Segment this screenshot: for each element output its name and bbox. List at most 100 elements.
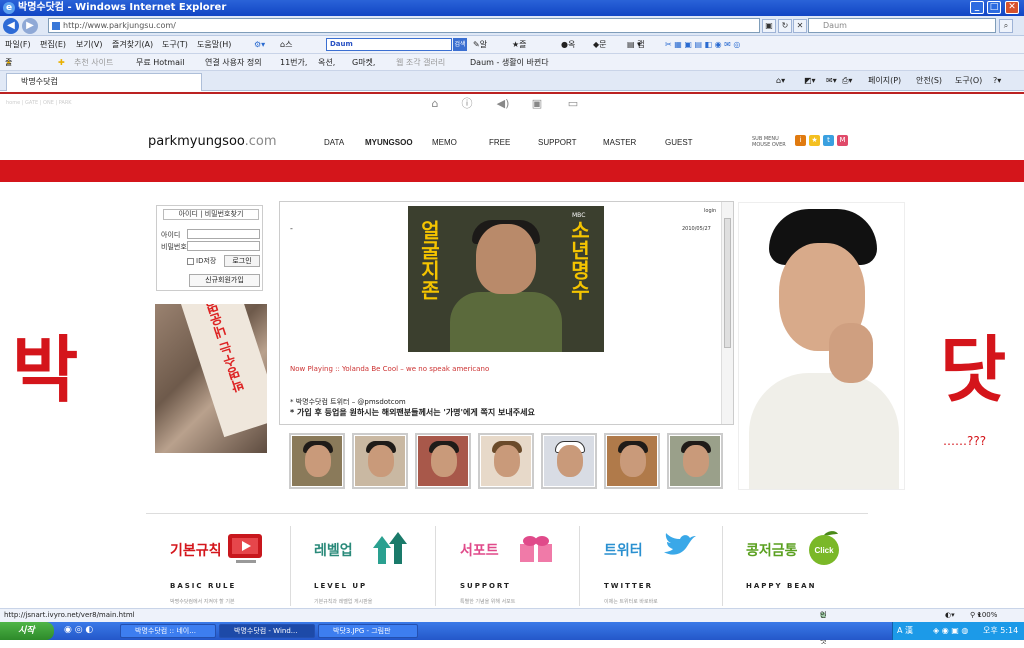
menu-favorites[interactable]: 즐겨찾기(A) bbox=[112, 36, 153, 54]
rss-icon[interactable]: ◩▾ bbox=[804, 71, 816, 91]
banner-paper: 박명수는 내운명 bbox=[181, 304, 267, 438]
toolbar-auction[interactable]: ● 옥션 bbox=[561, 36, 575, 67]
footer-subtitle: 이제는 트위터로 바로바로 bbox=[604, 599, 658, 605]
task-ie[interactable]: 박명수닷컴 - Wind... bbox=[219, 624, 315, 638]
scroll-thumb[interactable] bbox=[724, 218, 731, 348]
info-social-icon[interactable]: i bbox=[795, 135, 806, 146]
footer-support[interactable]: 서포트 SUPPORT 특별한 기념을 위해 서포트 bbox=[438, 526, 572, 606]
password-input[interactable] bbox=[187, 241, 260, 251]
tab-active[interactable]: 박명수닷컴 bbox=[6, 73, 202, 91]
task-paint[interactable]: 박닷3.JPG - 그림판 bbox=[318, 624, 418, 638]
fav-recommended[interactable]: 추천 사이트 bbox=[74, 54, 113, 71]
toolbar-capture[interactable]: ▤ 캡처 ▾ bbox=[627, 36, 644, 67]
taskbar: 시작 ◉ ◎ ◐ 박명수닷컴 :: 네이... 박명수닷컴 - Wind... … bbox=[0, 622, 1024, 640]
fav-auction[interactable]: 옥션, bbox=[318, 54, 335, 71]
help-icon[interactable]: ?▾ bbox=[993, 71, 1001, 91]
nav-data[interactable]: DATA bbox=[324, 138, 344, 147]
add-favorite-icon[interactable]: ✚ bbox=[58, 54, 65, 71]
bus-icon[interactable]: ▣ bbox=[530, 98, 544, 110]
star-social-icon[interactable]: ★ bbox=[809, 135, 820, 146]
smart-home-button[interactable]: ⌂ 스마트홈 bbox=[280, 36, 292, 103]
daum-search-input[interactable]: Daum bbox=[326, 38, 452, 51]
brand-name: parkmyungsoo bbox=[148, 134, 245, 149]
info-icon[interactable]: ⓘ bbox=[460, 98, 474, 110]
daum-search-button[interactable]: 검색 bbox=[453, 38, 467, 51]
print-icon[interactable]: ⎙▾ bbox=[842, 71, 852, 91]
mail-icon[interactable]: ✉▾ bbox=[826, 71, 837, 91]
menu-tools[interactable]: 도구(T) bbox=[162, 36, 188, 54]
toolbar-sms[interactable]: ◆ 문자 bbox=[593, 36, 607, 67]
compat-view-icon[interactable]: ▣ bbox=[762, 19, 776, 33]
footer-kr-title: 기본규칙 bbox=[170, 543, 222, 559]
toolbar-alliso[interactable]: ✎ 알리소 bbox=[473, 36, 487, 85]
fav-webslice[interactable]: 웹 조각 갤러리 bbox=[396, 54, 445, 71]
menu-help[interactable]: 도움말(H) bbox=[197, 36, 231, 54]
page-menu[interactable]: 페이지(P) bbox=[868, 71, 901, 91]
nav-master[interactable]: MASTER bbox=[603, 138, 636, 147]
find-id-button[interactable]: 아이디 | 비밀번호찾기 bbox=[163, 209, 259, 220]
fav-hotmail[interactable]: 무료 Hotmail bbox=[136, 54, 184, 71]
fav-gmarket[interactable]: G마켓, bbox=[352, 54, 375, 71]
thumbnail[interactable] bbox=[604, 433, 660, 489]
nav-guest[interactable]: GUEST bbox=[665, 138, 693, 147]
refresh-icon[interactable]: ↻ bbox=[778, 19, 792, 33]
thumbnail[interactable] bbox=[352, 433, 408, 489]
login-button[interactable]: 로그인 bbox=[224, 255, 260, 267]
protected-mode-icon[interactable]: ◐▾ bbox=[945, 609, 955, 622]
nav-support[interactable]: SUPPORT bbox=[538, 138, 577, 147]
toolbar-gear-icon[interactable]: ⚙▾ bbox=[254, 36, 265, 54]
login-link[interactable]: login bbox=[704, 208, 716, 214]
search-icon[interactable]: ⌕ bbox=[999, 19, 1013, 33]
remember-id-checkbox[interactable]: ID저장 bbox=[187, 256, 216, 266]
thumbnail[interactable] bbox=[541, 433, 597, 489]
fav-custom[interactable]: 연결 사용자 정의 bbox=[205, 54, 262, 71]
find-id-label: 아이디 | 비밀번호찾기 bbox=[178, 210, 244, 218]
toolbar-extra-icons[interactable]: ✂ ▦ ▣ ▤ ◧ ◉ ✉ ◎ bbox=[665, 36, 740, 54]
thumbnail[interactable] bbox=[415, 433, 471, 489]
footer-happy-bean[interactable]: 콩저금통 Click HAPPY BEAN bbox=[724, 526, 858, 606]
address-input[interactable]: http://www.parkjungsu.com/ bbox=[48, 18, 760, 33]
thumbnail[interactable] bbox=[667, 433, 723, 489]
menu-edit[interactable]: 편집(E) bbox=[40, 36, 66, 54]
id-input[interactable] bbox=[187, 229, 260, 239]
zoom-level[interactable]: ⚲ 100% ▾ bbox=[970, 609, 997, 622]
nav-myungsoo[interactable]: MYUNGSOO bbox=[365, 138, 413, 147]
quicklaunch-icons[interactable]: ◉ ◎ ◐ bbox=[64, 625, 93, 635]
safety-menu[interactable]: 안전(S) bbox=[916, 71, 942, 91]
content-scrollbar[interactable] bbox=[721, 202, 733, 424]
mail-social-icon[interactable]: M bbox=[837, 135, 848, 146]
minimize-button[interactable]: _ bbox=[970, 1, 984, 14]
footer-level-up[interactable]: 레벨업 LEVEL UP 기본규칙과 레벨업 게시판을 bbox=[292, 526, 426, 606]
monitor-icon[interactable]: ▭ bbox=[566, 98, 580, 110]
search-input[interactable]: Daum bbox=[808, 18, 996, 33]
megaphone-icon[interactable]: ◀) bbox=[496, 98, 510, 110]
home-icon[interactable]: ⌂ bbox=[428, 98, 442, 110]
nav-free[interactable]: FREE bbox=[489, 138, 510, 147]
nav-memo[interactable]: MEMO bbox=[432, 138, 457, 147]
forward-arrow-icon[interactable]: ▶ bbox=[22, 18, 38, 34]
thumbnail[interactable] bbox=[478, 433, 534, 489]
join-button[interactable]: 신규회원가입 bbox=[189, 274, 260, 287]
thumbnail[interactable] bbox=[289, 433, 345, 489]
toolbar-favorites[interactable]: ★ 즐겨찾기 bbox=[512, 36, 527, 103]
maximize-button[interactable]: □ bbox=[987, 1, 1001, 14]
menu-view[interactable]: 보기(V) bbox=[76, 36, 102, 54]
thumb-bg bbox=[670, 436, 720, 486]
tools-menu[interactable]: 도구(O) bbox=[955, 71, 982, 91]
close-button[interactable]: ✕ bbox=[1005, 1, 1019, 14]
home-icon[interactable]: ⌂▾ bbox=[776, 71, 785, 91]
tray-icons[interactable]: ◈ ◉ ▣ ◍ bbox=[933, 622, 968, 640]
back-arrow-icon[interactable]: ◀ bbox=[3, 18, 19, 34]
site-logo[interactable]: parkmyungsoo.com bbox=[148, 134, 277, 149]
footer-basic-rule[interactable]: 기본규칙 BASIC RULE 박명수닷컴에서 지켜야 할 기본 bbox=[148, 526, 282, 606]
twitter-icon[interactable]: t bbox=[823, 135, 834, 146]
footer-twitter[interactable]: 트위터 TWITTER 이제는 트위터로 바로바로 bbox=[582, 526, 716, 606]
fav-11st[interactable]: 11번가, bbox=[280, 54, 307, 71]
stop-icon[interactable]: ✕ bbox=[793, 19, 807, 33]
top-links[interactable]: home | GATE | ONE | PARK bbox=[6, 100, 72, 106]
task-naver[interactable]: 박명수닷컴 :: 네이... bbox=[120, 624, 216, 638]
fav-daum[interactable]: Daum - 생활이 바뀐다 bbox=[470, 54, 549, 71]
menu-file[interactable]: 파일(F) bbox=[5, 36, 31, 54]
start-button[interactable]: 시작 bbox=[0, 622, 54, 640]
ime-indicator[interactable]: A 漢 bbox=[897, 622, 913, 640]
